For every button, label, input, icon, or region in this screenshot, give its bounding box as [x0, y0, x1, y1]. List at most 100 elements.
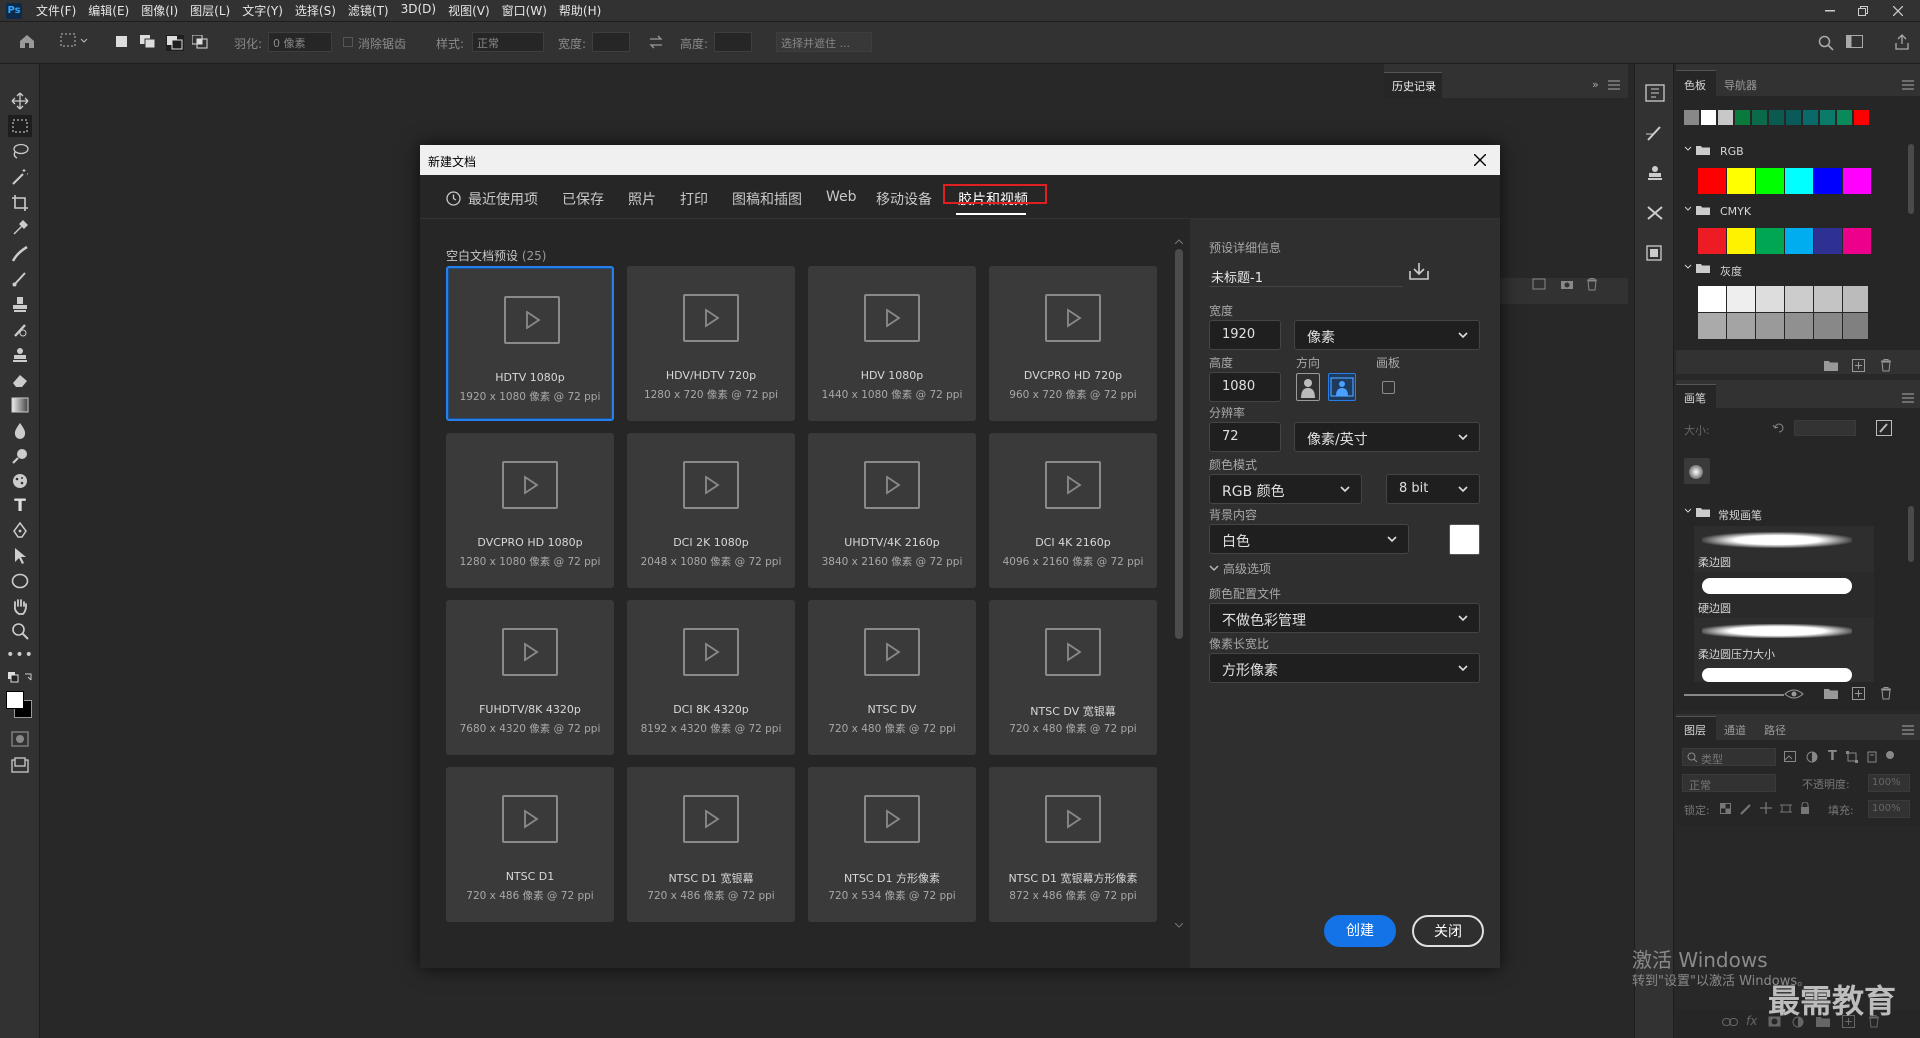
preset-card[interactable]: HDV 1080p 1440 x 1080 像素 @ 72 ppi — [808, 266, 976, 421]
menu-item-3[interactable]: 图层(L) — [184, 2, 236, 19]
ellipse-icon[interactable] — [8, 570, 32, 592]
menu-item-2[interactable]: 图像(I) — [135, 2, 184, 19]
antialias-checkbox[interactable] — [343, 37, 353, 47]
eyedropper-icon[interactable] — [8, 217, 32, 239]
brush-scrollbar[interactable] — [1908, 506, 1914, 562]
brush-item-hard-round[interactable]: 硬边圆 — [1694, 572, 1874, 620]
workspace-icon[interactable] — [1846, 35, 1864, 49]
cmyk-colors-swatch[interactable] — [1785, 228, 1813, 254]
brush-new-icon[interactable] — [1852, 687, 1865, 700]
tab-channels[interactable]: 通道 — [1724, 722, 1746, 738]
gray-colors-swatch[interactable] — [1843, 313, 1868, 339]
photoshop-app-icon[interactable]: Ps — [6, 2, 22, 19]
intersect-selection-icon[interactable] — [192, 35, 208, 49]
recent-colors-swatch[interactable] — [1786, 110, 1801, 125]
swatch-group-cmyk[interactable]: CMYK — [1720, 205, 1751, 218]
pen-icon[interactable] — [8, 520, 32, 542]
filter-smart-icon[interactable] — [1866, 751, 1878, 763]
preset-card[interactable]: DCI 2K 1080p 2048 x 1080 像素 @ 72 ppi — [627, 433, 795, 588]
tab-print[interactable]: 打印 — [680, 189, 708, 209]
subtract-selection-icon[interactable] — [166, 35, 184, 51]
panel-menu-icon[interactable] — [1608, 80, 1620, 90]
artboard-checkbox[interactable] — [1382, 381, 1395, 394]
rgb-colors-swatch[interactable] — [1727, 168, 1755, 194]
history-brush-icon[interactable] — [8, 319, 32, 341]
minimize-icon[interactable] — [1815, 0, 1845, 22]
gradient-icon[interactable] — [8, 394, 32, 416]
brush-menu-icon[interactable] — [1902, 393, 1914, 403]
tab-layers[interactable]: 图层 — [1684, 722, 1706, 738]
brush-settings-icon[interactable] — [1645, 124, 1665, 142]
rgb-colors-swatch[interactable] — [1698, 168, 1726, 194]
preset-card[interactable]: NTSC D1 宽银幕 720 x 486 像素 @ 72 ppi — [627, 767, 795, 922]
tab-swatches[interactable]: 色板 — [1684, 77, 1706, 93]
landscape-orientation-icon[interactable] — [1328, 373, 1356, 401]
pixel-aspect-select[interactable]: 方形像素 — [1209, 653, 1480, 683]
new-swatch-icon[interactable] — [1852, 359, 1865, 372]
advanced-options-label[interactable]: 高级选项 — [1223, 560, 1271, 577]
dialog-close-icon[interactable] — [1470, 150, 1490, 170]
type-icon[interactable]: T — [8, 495, 32, 517]
recent-colors-swatch[interactable] — [1684, 110, 1699, 125]
blur-icon[interactable] — [8, 420, 32, 442]
width-input[interactable] — [592, 32, 630, 52]
history-panel-icon[interactable] — [1645, 84, 1665, 102]
zoom-icon[interactable] — [8, 620, 32, 642]
dodge-icon[interactable] — [8, 445, 32, 467]
swatches-menu-icon[interactable] — [1902, 80, 1914, 90]
recent-colors-swatch[interactable] — [1718, 110, 1733, 125]
preset-card[interactable]: NTSC D1 宽银幕方形像素 872 x 486 像素 @ 72 ppi — [989, 767, 1157, 922]
recent-colors-swatch[interactable] — [1752, 110, 1767, 125]
brush-new-group-icon[interactable] — [1824, 688, 1838, 699]
tab-mobile[interactable]: 移动设备 — [876, 189, 932, 209]
preset-card[interactable]: NTSC D1 方形像素 720 x 534 像素 @ 72 ppi — [808, 767, 976, 922]
layer-style-icon[interactable]: fx — [1746, 1014, 1757, 1028]
preset-card[interactable]: DVCPRO HD 1080p 1280 x 1080 像素 @ 72 ppi — [446, 433, 614, 588]
camera-icon[interactable] — [1560, 278, 1574, 290]
menu-item-5[interactable]: 选择(S) — [289, 2, 342, 19]
preset-card[interactable]: UHDTV/4K 2160p 3840 x 2160 像素 @ 72 ppi — [808, 433, 976, 588]
preset-card[interactable]: HDTV 1080p 1920 x 1080 像素 @ 72 ppi — [446, 266, 614, 421]
recent-colors-swatch[interactable] — [1701, 110, 1716, 125]
recent-colors-swatch[interactable] — [1735, 110, 1750, 125]
healing-brush-icon[interactable] — [8, 243, 32, 265]
swatches-scrollbar[interactable] — [1908, 144, 1914, 214]
properties-icon[interactable] — [1645, 244, 1665, 262]
lock-all-icon[interactable] — [1800, 802, 1810, 814]
rgb-colors-swatch[interactable] — [1785, 168, 1813, 194]
brush-item-soft-round[interactable]: 柔边圆 — [1694, 526, 1874, 574]
gray-colors-swatch[interactable] — [1785, 313, 1813, 339]
color-mode-select[interactable]: RGB 颜色 — [1209, 474, 1362, 504]
gray-colors-swatch[interactable] — [1814, 313, 1842, 339]
doc-name-field[interactable]: 未标题-1 — [1209, 261, 1403, 287]
recent-colors-swatch[interactable] — [1837, 110, 1852, 125]
filter-toggle-icon[interactable] — [1886, 751, 1894, 759]
menu-item-4[interactable]: 文字(Y) — [236, 2, 289, 19]
menu-item-7[interactable]: 3D(D) — [395, 2, 442, 19]
brush-item-soft-pressure[interactable]: 柔边圆压力大小 — [1694, 618, 1874, 666]
menu-item-8[interactable]: 视图(V) — [442, 2, 496, 19]
menu-item-1[interactable]: 编辑(E) — [82, 2, 135, 19]
gray-colors-swatch[interactable] — [1698, 313, 1726, 339]
scroll-down-icon[interactable] — [1175, 923, 1183, 928]
background-select[interactable]: 白色 — [1209, 524, 1409, 554]
feather-input[interactable]: 0 像素 — [268, 32, 332, 52]
preset-card[interactable]: DCI 8K 4320p 8192 x 4320 像素 @ 72 ppi — [627, 600, 795, 755]
preset-card[interactable]: NTSC DV 720 x 480 像素 @ 72 ppi — [808, 600, 976, 755]
lock-artboard-icon[interactable] — [1780, 803, 1792, 814]
gray-folder-icon[interactable] — [1684, 262, 1712, 274]
tab-navigator[interactable]: 导航器 — [1724, 77, 1757, 93]
lasso-icon[interactable] — [8, 140, 32, 162]
sponge-icon[interactable] — [8, 470, 32, 492]
search-icon[interactable] — [1818, 35, 1834, 51]
presets-scrollbar-thumb[interactable] — [1175, 249, 1183, 639]
swap-icon[interactable] — [648, 35, 664, 49]
tool-presets-icon[interactable] — [1645, 204, 1665, 222]
scroll-up-icon[interactable] — [1175, 239, 1183, 244]
bit-depth-select[interactable]: 8 bit — [1386, 474, 1480, 504]
share-icon[interactable] — [1895, 34, 1909, 50]
resolution-input[interactable]: 72 — [1209, 422, 1281, 452]
cmyk-colors-swatch[interactable] — [1756, 228, 1784, 254]
gray-colors-swatch[interactable] — [1756, 286, 1784, 312]
blend-mode-select[interactable]: 正常 — [1682, 774, 1776, 792]
